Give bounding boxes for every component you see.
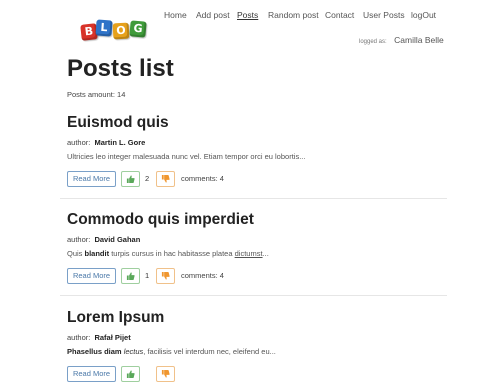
author-prefix: author: [67, 138, 91, 147]
post-card: Commodo quis imperdiet author: David Gah… [67, 211, 447, 284]
dislike-button[interactable] [156, 268, 175, 284]
author-name: Martin L. Gore [94, 138, 146, 147]
likes-count: 2 [145, 174, 150, 183]
nav-home[interactable]: Home [164, 10, 187, 20]
logged-in-info: logged as: Camilla Belle [359, 30, 444, 48]
post-divider [60, 295, 447, 296]
logged-as-label: logged as: [359, 39, 387, 45]
logo-cube: O [112, 22, 130, 40]
thumbs-up-icon [126, 175, 135, 184]
nav-contact[interactable]: Contact [325, 10, 354, 20]
post-divider [60, 198, 447, 199]
excerpt-text: ... [262, 249, 269, 258]
logged-user-name: Camilla Belle [394, 35, 444, 45]
like-button[interactable] [121, 171, 140, 187]
read-more-button[interactable]: Read More [67, 171, 116, 187]
nav-posts[interactable]: Posts [237, 10, 258, 20]
excerpt-italic: lectus [123, 347, 144, 356]
post-title[interactable]: Lorem Ipsum [67, 309, 447, 327]
post-card: Lorem Ipsum author: Rafał Pijet Phasellu… [67, 309, 447, 382]
nav-logout[interactable]: logOut [411, 10, 436, 20]
thumbs-down-icon [161, 271, 170, 280]
nav-add-post[interactable]: Add post [196, 10, 230, 20]
page: B L O G Home Add post Posts Random post … [0, 0, 500, 382]
post-author: author: Martin L. Gore [67, 138, 447, 147]
thumbs-down-icon [161, 174, 170, 183]
post-title[interactable]: Euismod quis [67, 114, 447, 132]
like-button[interactable] [121, 366, 140, 382]
excerpt-text: Ultricies leo integer malesuada nunc vel… [67, 152, 306, 161]
posts-amount: Posts amount: 14 [67, 90, 126, 99]
post-actions: Read More [67, 366, 267, 382]
like-button[interactable] [121, 268, 140, 284]
read-more-button[interactable]: Read More [67, 268, 116, 284]
likes-count: 1 [145, 271, 150, 280]
excerpt-text: Quis [67, 249, 85, 258]
comments-count: comments: 4 [181, 271, 224, 280]
post-author: author: Rafał Pijet [67, 333, 447, 342]
page-title: Posts list [67, 55, 174, 82]
post-author: author: David Gahan [67, 235, 447, 244]
nav-user-posts[interactable]: User Posts [363, 10, 405, 20]
thumbs-up-icon [126, 370, 135, 379]
post-actions: Read More 2 comments: 4 [67, 171, 267, 187]
main-nav: Home Add post Posts Random post Contact … [0, 10, 500, 24]
comments-count: comments: 4 [181, 174, 224, 183]
excerpt-text: , facilisis vel interdum nec, eleifend e… [143, 347, 276, 356]
post-excerpt: Ultricies leo integer malesuada nunc vel… [67, 152, 447, 161]
excerpt-bold: blandit [84, 249, 110, 258]
post-excerpt: Phasellus diam lectus, facilisis vel int… [67, 347, 447, 356]
excerpt-text: turpis cursus in hac habitasse platea [109, 249, 235, 258]
post-actions: Read More 1 comments: 4 [67, 268, 267, 284]
author-name: Rafał Pijet [94, 333, 131, 342]
dislike-button[interactable] [156, 366, 175, 382]
author-prefix: author: [67, 235, 91, 244]
author-prefix: author: [67, 333, 91, 342]
excerpt-underline: dictumst [234, 249, 263, 258]
excerpt-bold: Phasellus diam [67, 347, 122, 356]
author-name: David Gahan [94, 235, 141, 244]
post-card: Euismod quis author: Martin L. Gore Ultr… [67, 114, 447, 187]
read-more-button[interactable]: Read More [67, 366, 116, 382]
post-title[interactable]: Commodo quis imperdiet [67, 211, 447, 229]
dislike-button[interactable] [156, 171, 175, 187]
thumbs-up-icon [126, 272, 135, 281]
nav-random-post[interactable]: Random post [268, 10, 319, 20]
thumbs-down-icon [161, 369, 170, 378]
post-excerpt: Quis blandit turpis cursus in hac habita… [67, 249, 447, 258]
